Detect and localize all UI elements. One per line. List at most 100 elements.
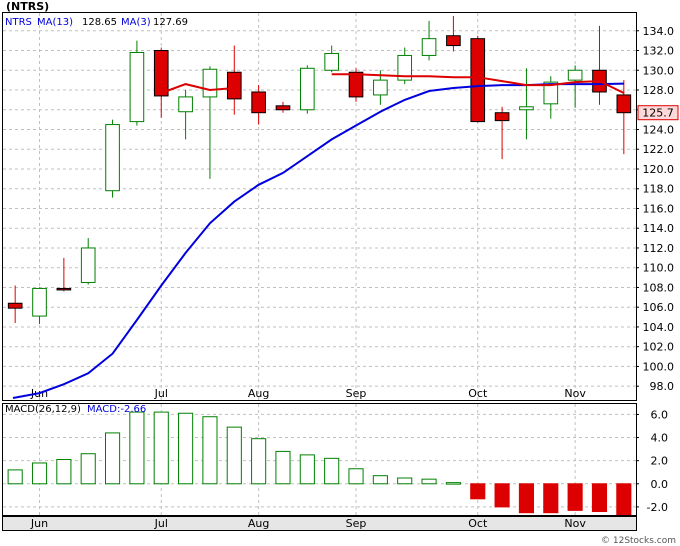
- price-y-tick-label: 106.0: [643, 301, 675, 314]
- price-y-tick-label: 118.0: [643, 183, 675, 196]
- macd-legend-value: MACD:-2.66: [87, 404, 146, 415]
- legend-symbol: NTRS: [5, 17, 32, 28]
- price-y-tick-label: 130.0: [643, 64, 675, 77]
- macd-bar: [31, 462, 48, 485]
- candle-body: [80, 247, 96, 284]
- watermark: © 12Stocks.com: [601, 536, 676, 546]
- macd-bar: [324, 457, 340, 485]
- candle-body: [373, 79, 388, 96]
- price-y-tick-label: 122.0: [643, 143, 675, 156]
- legend-ma13-value: 128.65: [82, 17, 117, 28]
- last-price-text: 125.7: [642, 107, 674, 120]
- candle-body: [178, 96, 193, 113]
- macd-bar: [421, 478, 437, 485]
- macd-bar: [470, 483, 486, 500]
- price-y-tick-label: 112.0: [643, 242, 675, 255]
- candle-body: [32, 287, 47, 317]
- bottom-x-tick-label: Nov: [564, 517, 586, 530]
- candle-body: [226, 71, 242, 100]
- macd-bar: [616, 483, 632, 516]
- macd-bar: [299, 454, 315, 485]
- bottom-x-tick-label: Aug: [248, 517, 269, 530]
- macd-bar: [7, 469, 23, 485]
- candle-body: [275, 105, 291, 111]
- candle-body: [494, 112, 510, 122]
- legend-ma13-label: MA(13): [37, 17, 73, 28]
- legend-ma3-label: MA(3): [121, 17, 151, 28]
- price-y-tick-label: 102.0: [643, 341, 675, 354]
- macd-legend-label: MACD(26,12,9): [5, 404, 81, 415]
- macd-bar: [56, 459, 72, 485]
- price-x-tick-label: Jul: [154, 387, 168, 400]
- price-y-tick-label: 120.0: [643, 163, 675, 176]
- candle-body: [324, 52, 339, 71]
- price-panel: [2, 12, 637, 401]
- price-x-tick-label: Nov: [564, 387, 586, 400]
- candle-body: [470, 38, 486, 123]
- macd-bar: [348, 468, 364, 485]
- price-y-tick-label: 110.0: [643, 262, 675, 275]
- price-x-tick-label: Sep: [346, 387, 367, 400]
- last-price-badge: 125.7: [637, 105, 679, 121]
- candle-body: [446, 35, 461, 47]
- legend-ma3-value: 127.69: [153, 17, 188, 28]
- macd-bar: [251, 438, 267, 485]
- macd-y-tick-label: 6.0: [651, 408, 669, 421]
- macd-bar: [591, 483, 608, 513]
- macd-bar: [129, 411, 145, 485]
- macd-bar: [178, 412, 194, 485]
- price-x-tick-label: Aug: [248, 387, 269, 400]
- macd-bar: [543, 483, 559, 514]
- price-y-tick-label: 124.0: [643, 123, 675, 136]
- macd-bar: [226, 426, 242, 485]
- price-y-tick-label: 108.0: [643, 281, 675, 294]
- macd-bar: [80, 453, 96, 485]
- macd-y-tick-label: 4.0: [651, 432, 669, 445]
- macd-bar: [494, 483, 510, 508]
- macd-bar: [372, 475, 388, 485]
- price-y-tick-label: 132.0: [643, 45, 675, 58]
- candle-body: [129, 51, 145, 123]
- bottom-x-tick-label: Oct: [468, 517, 488, 530]
- macd-bar: [518, 483, 535, 514]
- bottom-x-tick-label: Jun: [30, 517, 48, 530]
- macd-y-tick-label: -2.0: [647, 501, 668, 514]
- price-y-tick-label: 98.0: [650, 380, 675, 393]
- candle-body: [348, 71, 364, 98]
- candle-body: [519, 106, 534, 111]
- stock-chart: Jun Jul Aug Sep Oct Nov 98.0 100.0 102.0 104.0 10…: [2, 0, 679, 546]
- candle-body: [567, 69, 583, 81]
- macd-bar: [153, 411, 169, 485]
- macd-bar: [202, 416, 218, 485]
- price-y-tick-label: 134.0: [643, 25, 675, 38]
- bottom-x-tick-label: Jul: [154, 517, 168, 530]
- macd-bar: [104, 432, 121, 485]
- bottom-axis-strip: [2, 516, 637, 531]
- price-y-tick-label: 100.0: [643, 360, 675, 373]
- candle-body: [251, 91, 266, 114]
- price-y-tick-label: 114.0: [643, 222, 675, 235]
- candle-body: [300, 67, 315, 111]
- candle-body: [7, 302, 23, 309]
- candle-body: [105, 124, 120, 192]
- chart-title: (NTRS): [6, 0, 49, 13]
- bottom-x-tick-label: Sep: [346, 517, 367, 530]
- macd-bar: [275, 450, 291, 485]
- price-x-tick-label: Oct: [468, 387, 488, 400]
- price-y-tick-label: 104.0: [643, 321, 675, 334]
- price-y-axis: 98.0 100.0 102.0 104.0 106.0 108.0 110.0 112.0 1…: [636, 25, 674, 393]
- macd-y-axis: -2.0 0.0 2.0 4.0 6.0: [636, 408, 668, 514]
- macd-y-tick-label: 2.0: [651, 455, 669, 468]
- macd-bar: [567, 483, 583, 511]
- price-y-tick-label: 128.0: [643, 84, 675, 97]
- macd-bar: [397, 477, 413, 485]
- candle-body: [56, 287, 72, 291]
- macd-bar: [445, 482, 461, 485]
- candle-body: [421, 38, 437, 56]
- price-y-tick-label: 116.0: [643, 202, 675, 215]
- macd-y-tick-label: 0.0: [651, 478, 669, 491]
- candle-body: [153, 50, 169, 97]
- macd-panel: [2, 403, 637, 516]
- candle-body: [616, 94, 632, 114]
- candle-body: [202, 68, 218, 98]
